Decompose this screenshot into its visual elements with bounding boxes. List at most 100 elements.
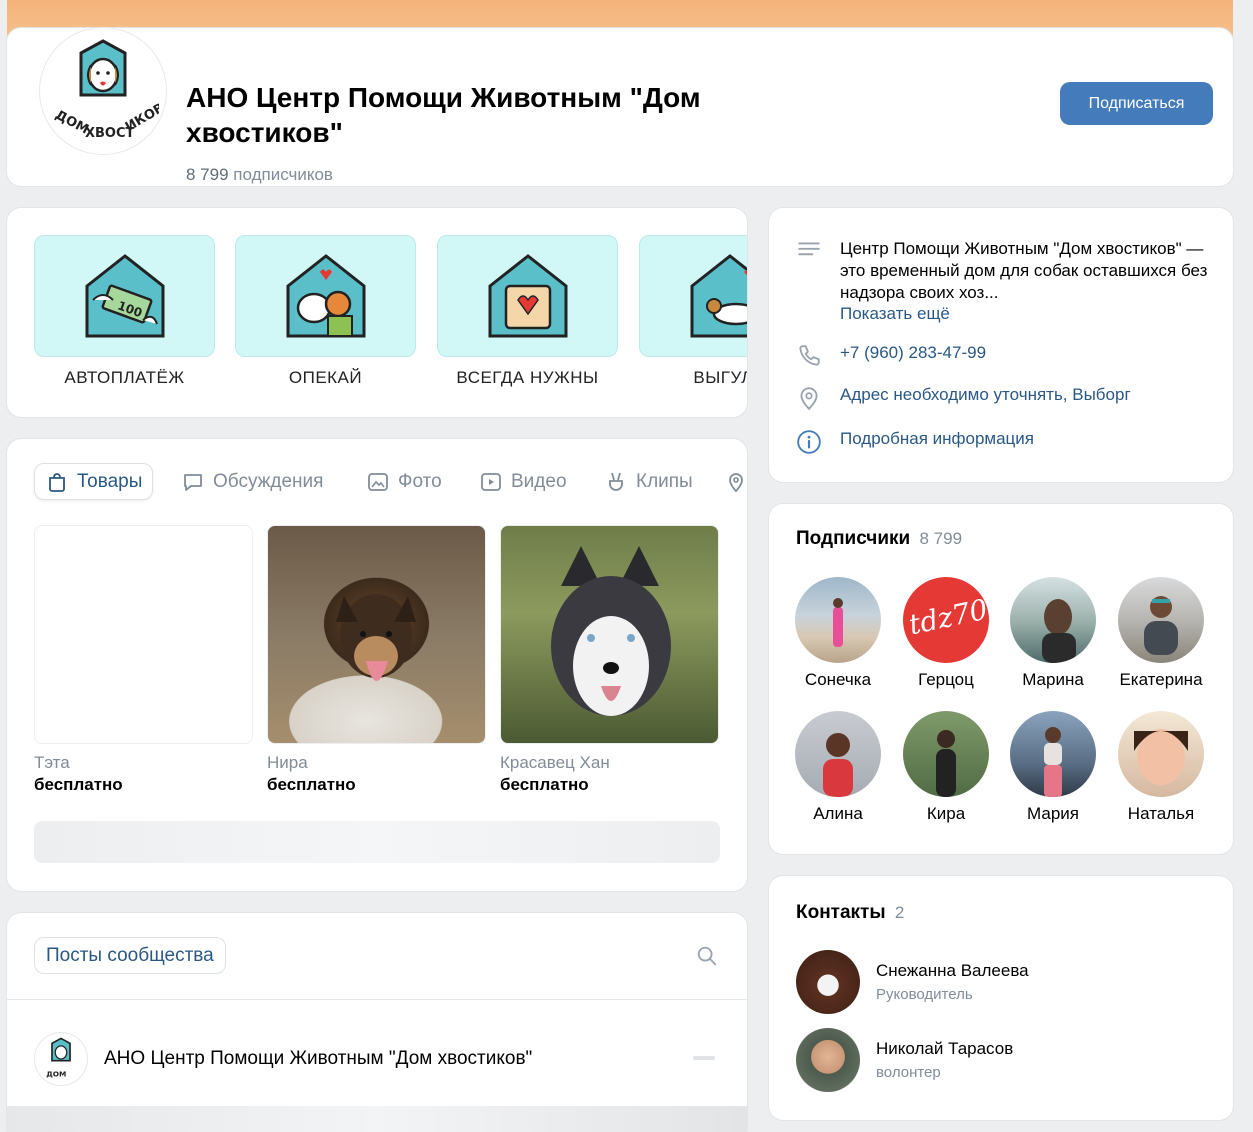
subscriber-item[interactable]: Алина xyxy=(783,711,893,824)
subscriber-item[interactable]: tdz70 Герцоц xyxy=(891,577,1001,690)
subscribers-panel: Подписчики 8 799 Сонечка tdz70 Герцоц Ма… xyxy=(769,504,1233,854)
contact-avatar xyxy=(796,1028,860,1092)
widget-tile-guardianship[interactable] xyxy=(235,235,416,357)
product-name: Нира xyxy=(267,753,308,772)
tab-videos[interactable]: Видео xyxy=(469,463,577,500)
post-more-icon[interactable] xyxy=(693,1056,715,1060)
content-tabs-panel: Товары Обсуждения Фото Видео Клипы Тэта … xyxy=(7,439,747,891)
info-panel: Центр Помощи Животным "Дом хвостиков" — … xyxy=(769,208,1233,482)
subscriber-avatar xyxy=(795,711,881,797)
clips-icon xyxy=(609,472,623,491)
subscriber-name: Герцоц xyxy=(918,670,974,689)
search-icon[interactable] xyxy=(696,945,718,967)
subscriber-item[interactable]: Марина xyxy=(998,577,1108,690)
subscriber-item[interactable]: Сонечка xyxy=(783,577,893,690)
product-name: Тэта xyxy=(34,753,70,772)
description-row: Центр Помощи Животным "Дом хвостиков" — … xyxy=(796,238,1212,324)
subscriber-name: Кира xyxy=(926,804,966,823)
subscribers-title[interactable]: Подписчики 8 799 xyxy=(796,528,962,550)
widget-tile-walk[interactable] xyxy=(639,235,747,357)
subscriber-name: Мария xyxy=(1027,804,1079,823)
address-link[interactable]: Адрес необходимо уточнять, Выборг xyxy=(840,385,1131,411)
subscriber-avatar: tdz70 xyxy=(903,577,989,663)
tab-clips-label: Клипы xyxy=(636,470,693,492)
contact-avatar xyxy=(796,950,860,1014)
show-more-link[interactable]: Показать ещё xyxy=(840,304,1212,324)
subscriber-item[interactable]: Наталья xyxy=(1106,711,1216,824)
product-card[interactable]: Красавец Хан бесплатно xyxy=(500,525,719,795)
post-author-avatar[interactable]: ДОМ xyxy=(34,1032,88,1086)
subscriber-avatar xyxy=(1118,577,1204,663)
subscribers-count-label: подписчиков xyxy=(233,165,333,184)
tab-community-posts[interactable]: Посты сообщества xyxy=(34,937,226,974)
product-card[interactable]: Тэта бесплатно xyxy=(34,525,253,795)
tab-photos[interactable]: Фото xyxy=(356,463,452,500)
subscribers-count[interactable]: 8 799 подписчиков xyxy=(186,165,333,185)
subscriber-avatar xyxy=(903,711,989,797)
tab-photos-label: Фото xyxy=(398,470,442,492)
divider xyxy=(7,999,747,1000)
phone-row: +7 (960) 283-47-99 xyxy=(796,343,986,369)
svg-text:tdz70: tdz70 xyxy=(906,593,989,642)
info-icon xyxy=(797,430,821,454)
contact-item[interactable]: Николай Тарасов волонтер xyxy=(796,1028,1013,1092)
tab-videos-label: Видео xyxy=(511,470,567,492)
location-icon xyxy=(800,387,818,411)
details-row: Подробная информация xyxy=(796,429,1034,455)
subscriber-name: Сонечка xyxy=(804,670,872,689)
svg-text:ИКОВ: ИКОВ xyxy=(123,101,159,135)
product-price: бесплатно xyxy=(500,775,589,794)
subscribe-button[interactable]: Подписаться xyxy=(1060,82,1213,125)
contact-item[interactable]: Снежанна Валеева Руководитель xyxy=(796,950,1029,1014)
contacts-title-label: Контакты xyxy=(796,902,886,923)
contacts-title-count: 2 xyxy=(894,903,905,922)
dog-house-logo-icon: ДОМ ХВОСТ ИКОВ xyxy=(53,39,159,141)
contact-name: Николай Тарасов xyxy=(876,1039,1014,1058)
post-author-name[interactable]: АНО Центр Помощи Животным "Дом хвостиков… xyxy=(104,1048,532,1070)
tab-clips[interactable]: Клипы xyxy=(594,463,703,500)
subscribers-title-label: Подписчики xyxy=(796,528,911,549)
subscribers-count-value: 8 799 xyxy=(186,165,229,184)
subscriber-item[interactable]: Екатерина xyxy=(1106,577,1216,690)
widget-tile-autopay[interactable]: 100 xyxy=(34,235,215,357)
tab-goods[interactable]: Товары xyxy=(34,463,154,500)
group-avatar[interactable]: ДОМ ХВОСТ ИКОВ xyxy=(40,28,166,154)
details-link[interactable]: Подробная информация xyxy=(840,429,1034,455)
video-icon xyxy=(481,472,501,491)
address-row: Адрес необходимо уточнять, Выборг xyxy=(796,385,1131,411)
widgets-panel: 100 АВТОПЛАТЁЖ ОПЕКАЙ ВСЕГДА НУЖНЫ ВЫГУ xyxy=(7,208,747,417)
widget-tile-always-needed[interactable] xyxy=(437,235,618,357)
contacts-title[interactable]: Контакты 2 xyxy=(796,902,904,924)
widget-label-always-needed: ВСЕГДА НУЖНЫ xyxy=(456,368,599,387)
product-price: бесплатно xyxy=(34,775,123,794)
product-image-dog xyxy=(267,525,486,744)
subscriber-item[interactable]: Кира xyxy=(891,711,1001,824)
widget-label-guardianship: ОПЕКАЙ xyxy=(288,368,363,387)
product-card[interactable]: Нира бесплатно xyxy=(267,525,486,795)
subscriber-name: Алина xyxy=(813,804,863,823)
contact-role: волонтер xyxy=(876,1064,941,1081)
tab-places[interactable] xyxy=(714,463,747,500)
contacts-panel: Контакты 2 Снежанна Валеева Руководитель… xyxy=(769,876,1233,1120)
product-name: Красавец Хан xyxy=(500,753,610,772)
tab-goods-label: Товары xyxy=(77,470,143,492)
group-title: АНО Центр Помощи Животным "Дом хвостиков… xyxy=(186,82,701,148)
contact-name: Снежанна Валеева xyxy=(876,961,1029,980)
subscriber-avatar xyxy=(1010,711,1096,797)
svg-text:ДОМ: ДОМ xyxy=(46,1069,66,1078)
contact-role: Руководитель xyxy=(876,986,973,1003)
subscribers-title-count: 8 799 xyxy=(919,529,963,548)
subscriber-item[interactable]: Мария xyxy=(998,711,1108,824)
tab-discussions[interactable]: Обсуждения xyxy=(171,463,333,500)
post-loading-skeleton xyxy=(7,1106,747,1132)
text-lines-icon xyxy=(798,242,820,256)
group-header: ДОМ ХВОСТ ИКОВ АНО Центр Помощи Животным… xyxy=(7,28,1233,186)
dog-house-logo-icon: ДОМ xyxy=(46,1037,71,1078)
heart-bag-house-icon xyxy=(488,254,567,338)
location-icon xyxy=(729,472,743,492)
subscriber-name: Наталья xyxy=(1127,804,1195,823)
hug-house-icon xyxy=(286,254,365,338)
phone-icon xyxy=(799,345,820,366)
subscriber-name: Марина xyxy=(1022,670,1084,689)
phone-link[interactable]: +7 (960) 283-47-99 xyxy=(840,343,986,369)
